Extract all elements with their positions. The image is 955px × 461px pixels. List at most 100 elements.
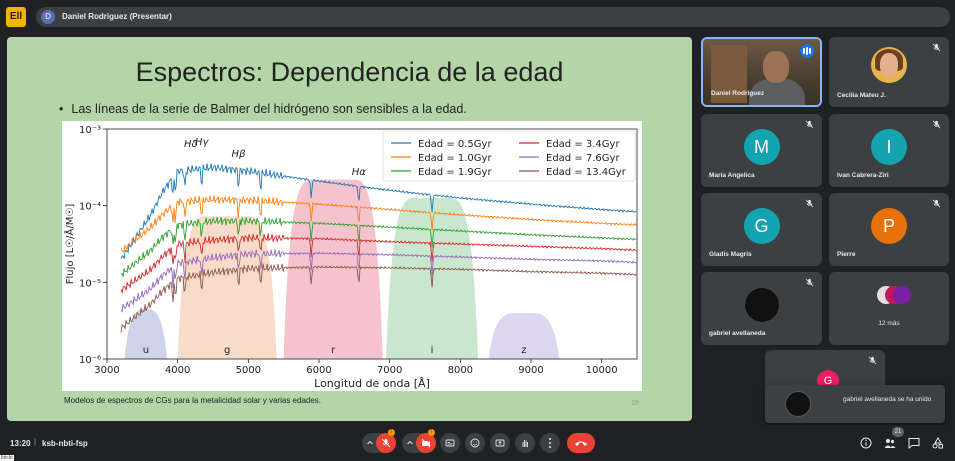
more-participants-count: 12 más <box>878 320 900 327</box>
bottom-bar: 13:20 | ksb-nbti-fsp ! ! 21 <box>0 425 955 461</box>
presenter-label: Daniel Rodriguez (Presentar) <box>62 12 172 21</box>
filter-band-r <box>283 179 383 359</box>
presenter-chip[interactable]: D Daniel Rodriguez (Presentar) <box>36 7 950 27</box>
emoji-icon <box>470 438 480 448</box>
slide-bullet: • Las líneas de la serie de Balmer del hi… <box>59 102 467 116</box>
camera-control-group[interactable]: ! <box>402 429 436 453</box>
person-face <box>763 51 789 83</box>
end-call-button[interactable] <box>567 433 595 453</box>
filter-band-i <box>386 198 478 359</box>
y-tick-label: 10⁻⁵ <box>79 278 101 289</box>
participant-tile-gabriel[interactable]: gabriel avellaneda <box>701 272 822 345</box>
camera-warning-badge: ! <box>428 429 435 436</box>
x-tick-label: 5000 <box>236 365 261 376</box>
x-tick-label: 9000 <box>518 365 543 376</box>
app-logo: Ell <box>6 7 26 27</box>
speaking-indicator-icon <box>800 44 814 58</box>
info-icon[interactable] <box>860 437 872 449</box>
legend-entry: Edad = 1.9Gyr <box>418 167 492 178</box>
legend-entry: Edad = 13.4Gyr <box>546 167 627 178</box>
mic-off-icon <box>932 199 941 208</box>
more-vert-icon <box>549 438 551 448</box>
camera-toggle-button[interactable] <box>416 433 436 453</box>
participant-avatar: G <box>743 207 780 244</box>
balmer-line-label: Hβ <box>232 149 247 160</box>
y-axis-label: Flujo [L☉/Å/M☉] <box>63 204 76 285</box>
reactions-button[interactable] <box>465 433 485 453</box>
participant-photo <box>871 47 907 83</box>
mic-off-icon <box>805 120 814 129</box>
captions-icon <box>445 439 455 447</box>
x-tick-label: 6000 <box>306 365 331 376</box>
present-screen-icon <box>495 439 505 447</box>
mic-off-icon <box>868 356 877 365</box>
presentation-slide: Espectros: Dependencia de la edad • Las l… <box>7 37 692 421</box>
y-tick-label: 10⁻⁶ <box>79 355 101 366</box>
participant-tile-maria[interactable]: M María Angelica <box>701 114 822 187</box>
x-tick-label: 8000 <box>448 365 473 376</box>
chat-icon[interactable] <box>908 437 920 449</box>
participant-tile-cecilia[interactable]: Cecilia Mateu J. <box>829 37 949 107</box>
participant-name: gabriel avellaneda <box>709 330 766 337</box>
slide-page-number: 18 <box>631 400 639 407</box>
filter-label: z <box>521 345 526 356</box>
participant-tile-partial[interactable]: G <box>765 350 885 392</box>
notification-avatar <box>785 391 811 417</box>
avatar <box>893 286 911 304</box>
balmer-line-label: Hδ <box>184 139 198 150</box>
bullet-dot-icon: • <box>59 102 64 116</box>
slide-title: Espectros: Dependencia de la edad <box>135 57 564 87</box>
participant-count-badge: 21 <box>892 427 904 437</box>
participant-avatar: P <box>871 207 907 244</box>
more-participants-tile[interactable]: 12 más <box>829 272 949 345</box>
x-axis-label: Longitud de onda [Å] <box>314 377 430 390</box>
mic-off-icon <box>805 199 814 208</box>
x-tick-label: 4000 <box>165 365 190 376</box>
raise-hand-button[interactable] <box>515 433 535 453</box>
filter-label: u <box>143 345 149 356</box>
chevron-up-icon[interactable] <box>407 440 413 446</box>
balmer-line-label: Hα <box>352 167 367 178</box>
filter-label: i <box>431 345 434 356</box>
participant-name: Ivan Cabrera-Ziri <box>837 172 889 179</box>
legend-entry: Edad = 0.5Gyr <box>418 139 492 150</box>
captions-button[interactable] <box>440 433 460 453</box>
x-tick-label: 10000 <box>586 365 618 376</box>
participant-avatar <box>743 286 780 323</box>
participant-name: Daniel Rodriguez <box>711 90 765 97</box>
camera-off-icon <box>421 438 431 448</box>
filter-label: g <box>224 345 230 356</box>
participant-tile-daniel[interactable]: Daniel Rodriguez <box>701 37 822 107</box>
participant-name: Pierre <box>837 251 856 258</box>
slide-caption: Modelos de espectros de CGs para la meta… <box>64 396 322 405</box>
y-tick-label: 10⁻⁴ <box>79 202 101 213</box>
mic-control-group[interactable]: ! <box>362 429 396 453</box>
meeting-time: 13:20 <box>10 439 31 448</box>
more-options-button[interactable] <box>540 433 560 453</box>
participant-tile-ivan[interactable]: I Ivan Cabrera-Ziri <box>829 114 949 187</box>
slide-bullet-text: Las líneas de la serie de Balmer del hid… <box>71 102 467 116</box>
presenter-avatar: D <box>41 10 55 24</box>
participant-avatar: M <box>743 128 780 165</box>
mic-warning-badge: ! <box>388 429 395 436</box>
participant-tile-gladis[interactable]: G Gladis Magris <box>701 193 822 266</box>
participant-avatar: I <box>871 128 907 165</box>
spectra-chart: ugriz HγHδHβHα 3000 4000 5000 6000 7000 8000 9… <box>62 121 642 391</box>
participant-name: Cecilia Mateu J. <box>837 92 886 99</box>
activities-icon[interactable] <box>932 437 944 449</box>
separator: | <box>34 437 37 446</box>
join-notification: gabriel avellaneda se ha unido <box>765 385 945 423</box>
mic-off-icon <box>932 43 941 52</box>
chevron-up-icon[interactable] <box>367 440 373 446</box>
people-icon[interactable] <box>884 437 896 449</box>
legend-entry: Edad = 3.4Gyr <box>546 139 620 150</box>
x-tick-label: 7000 <box>377 365 402 376</box>
participant-tile-pierre[interactable]: P Pierre <box>829 193 949 266</box>
mic-toggle-button[interactable] <box>376 433 396 453</box>
participant-name: María Angelica <box>709 172 755 179</box>
x-tick-label: 3000 <box>94 365 119 376</box>
mic-off-icon <box>932 120 941 129</box>
present-button[interactable] <box>490 433 510 453</box>
mic-off-icon <box>805 278 814 287</box>
mic-off-icon <box>381 438 391 448</box>
